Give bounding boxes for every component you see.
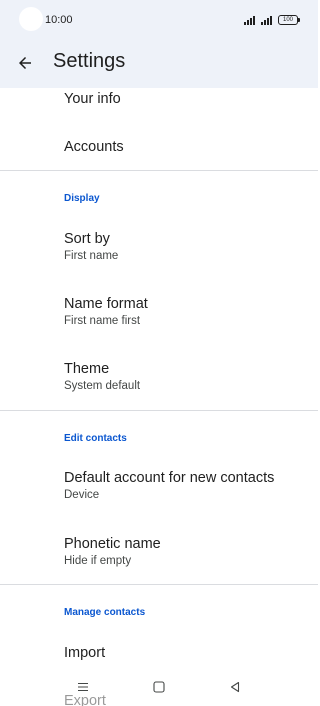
menu-icon bbox=[78, 682, 88, 692]
battery-icon: 100 bbox=[278, 15, 300, 25]
item-title: Default account for new contacts bbox=[64, 470, 275, 486]
app-bar: Settings bbox=[0, 40, 318, 88]
back-button[interactable] bbox=[10, 48, 40, 78]
signal-icon bbox=[244, 15, 255, 25]
status-bar: 10:00 100 bbox=[0, 0, 318, 40]
recents-button[interactable] bbox=[72, 678, 94, 696]
item-title: Your info bbox=[64, 91, 121, 107]
divider bbox=[0, 170, 318, 171]
settings-screen: 10:00 100 Settings Your info Accounts Di… bbox=[0, 0, 318, 706]
settings-item-phonetic-name[interactable]: Phonetic name Hide if empty bbox=[0, 535, 318, 569]
item-subtitle: System default bbox=[64, 380, 141, 392]
item-title: Name format bbox=[64, 296, 148, 312]
section-header-edit-contacts: Edit contacts bbox=[64, 433, 127, 444]
settings-item-default-account[interactable]: Default account for new contacts Device bbox=[0, 469, 318, 503]
system-back-button[interactable] bbox=[224, 678, 246, 696]
item-title: Theme bbox=[64, 361, 110, 377]
item-subtitle: First name first bbox=[64, 315, 141, 327]
battery-level: 100 bbox=[282, 17, 293, 23]
settings-item-import[interactable]: Import bbox=[0, 644, 318, 662]
navigation-bar bbox=[0, 672, 318, 706]
section-header-manage-contacts: Manage contacts bbox=[64, 607, 146, 618]
item-subtitle: First name bbox=[64, 250, 119, 262]
home-button[interactable] bbox=[148, 678, 170, 696]
camera-cutout bbox=[19, 7, 43, 31]
settings-item-theme[interactable]: Theme System default bbox=[0, 360, 318, 394]
item-subtitle: Device bbox=[64, 489, 100, 501]
status-icons: 100 bbox=[244, 13, 300, 27]
item-title: Phonetic name bbox=[64, 536, 161, 552]
item-title: Import bbox=[64, 645, 106, 661]
item-title: Accounts bbox=[64, 139, 124, 155]
status-time: 10:00 bbox=[45, 14, 73, 26]
signal-icon-2 bbox=[261, 15, 272, 25]
settings-item-name-format[interactable]: Name format First name first bbox=[0, 295, 318, 329]
settings-item-sort-by[interactable]: Sort by First name bbox=[0, 230, 318, 264]
back-triangle-icon bbox=[230, 681, 240, 693]
item-title: Sort by bbox=[64, 231, 110, 247]
item-subtitle: Hide if empty bbox=[64, 555, 132, 567]
arrow-left-icon bbox=[19, 57, 31, 69]
page-title: Settings bbox=[53, 50, 126, 72]
settings-item-accounts[interactable]: Accounts bbox=[0, 138, 318, 156]
divider bbox=[0, 410, 318, 411]
divider bbox=[0, 584, 318, 585]
settings-item-your-info[interactable]: Your info bbox=[0, 90, 318, 108]
home-square-icon bbox=[153, 681, 165, 693]
section-header-display: Display bbox=[64, 193, 100, 204]
